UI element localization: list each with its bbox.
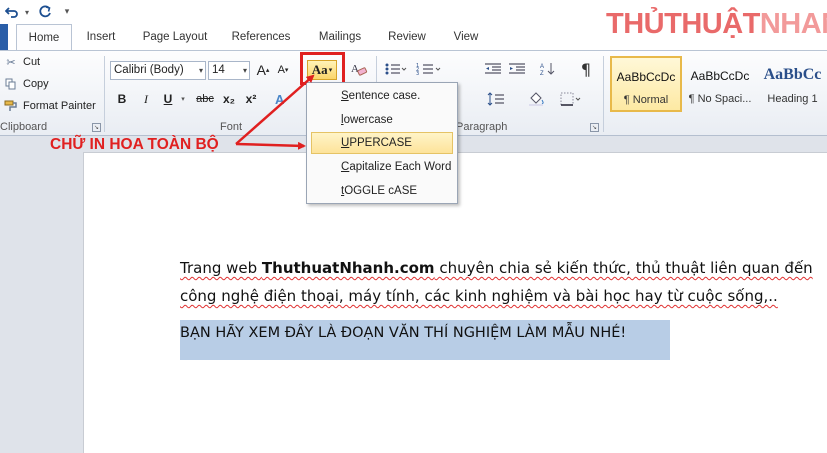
annotation-arrows	[235, 74, 315, 150]
arrow-to-change-case-button	[235, 74, 315, 145]
arrow-to-uppercase-item	[235, 141, 306, 150]
